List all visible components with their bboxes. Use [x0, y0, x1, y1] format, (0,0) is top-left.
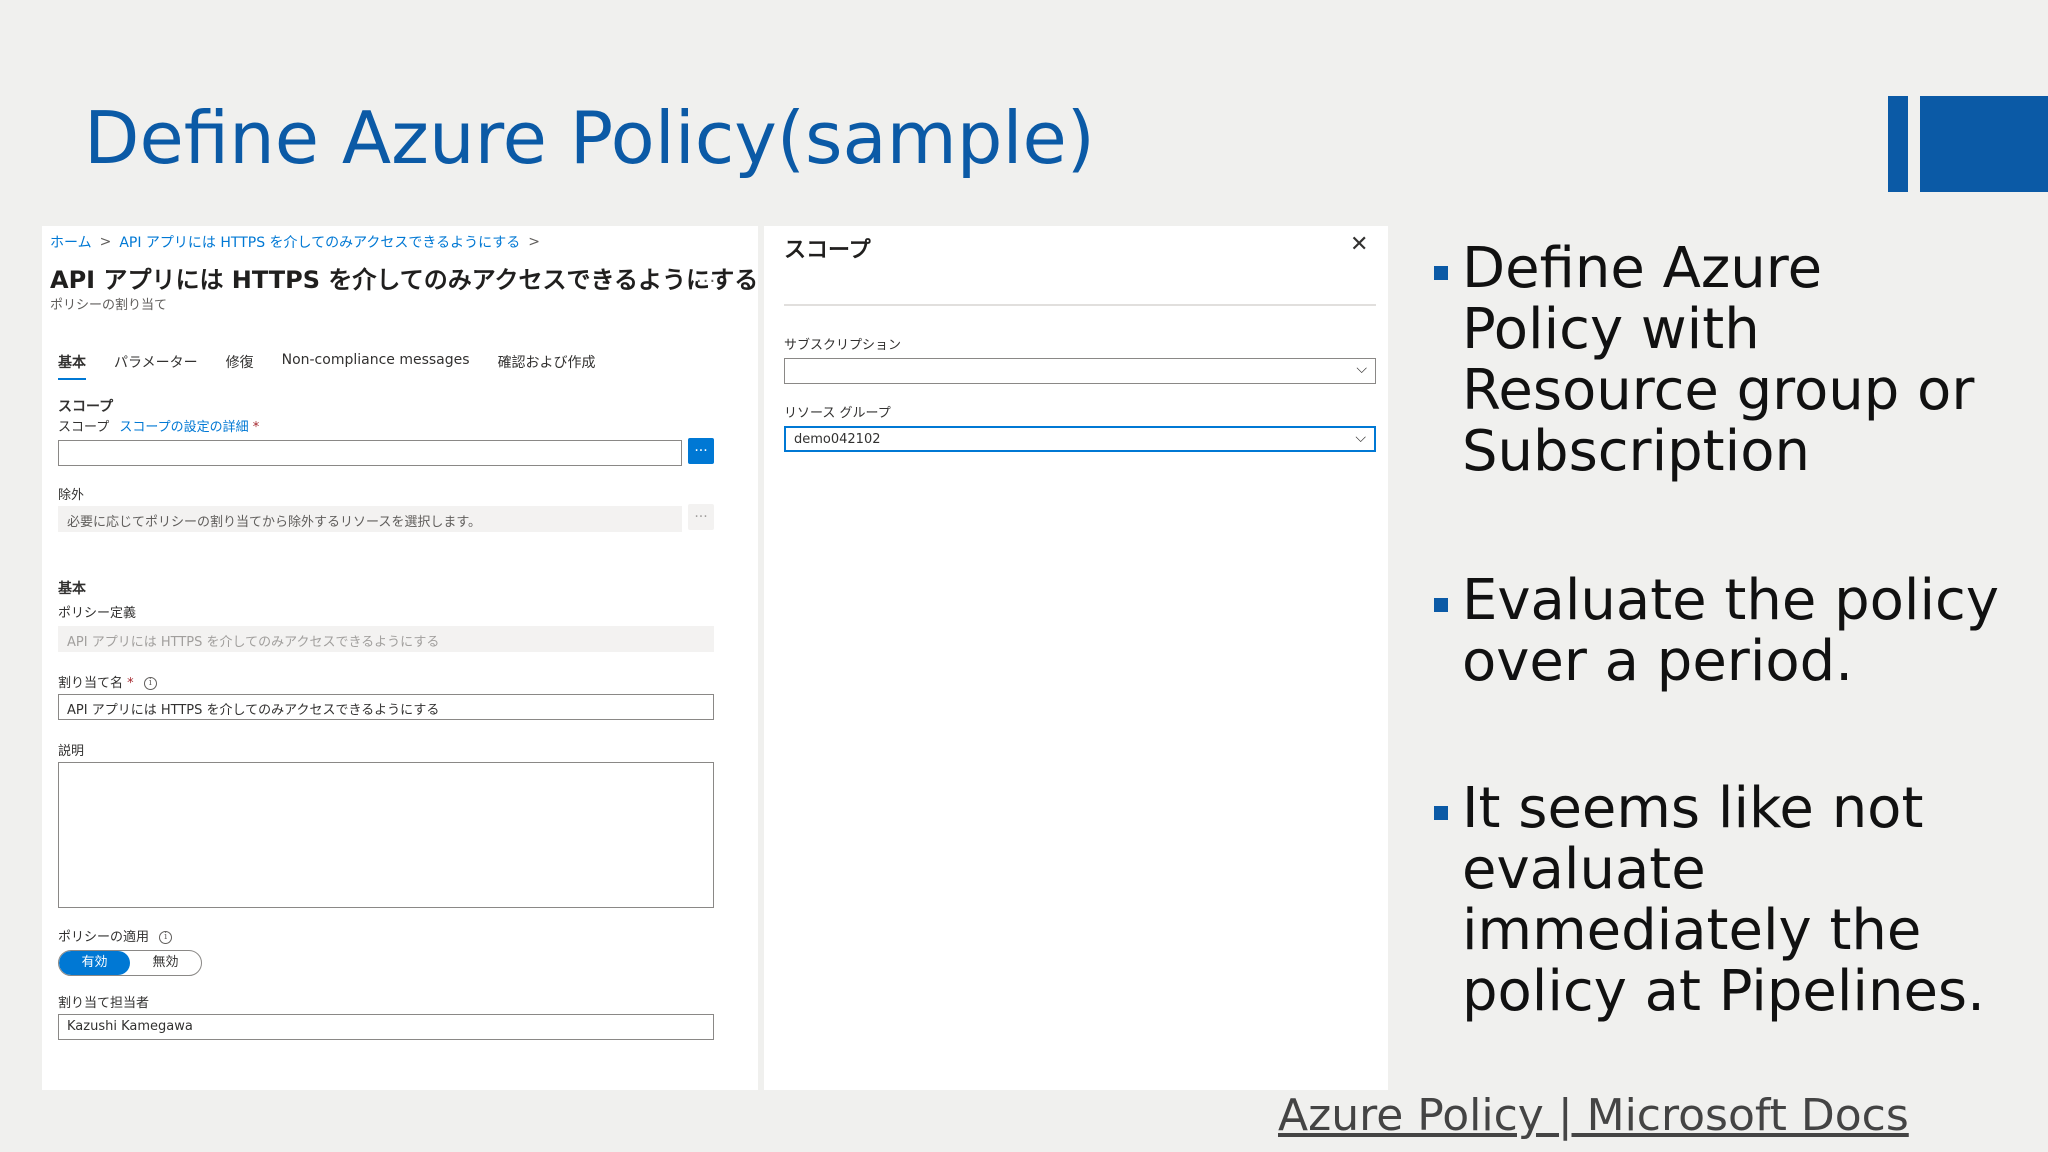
description-label: 説明 — [58, 744, 85, 759]
breadcrumb: ホーム > API アプリには HTTPS を介してのみアクセスできるようにする… — [50, 232, 540, 252]
policy-enforcement-label-text: ポリシーの適用 — [58, 930, 150, 945]
bullet-1-line: Subscription — [1462, 419, 1810, 484]
policy-enforcement-toggle: 有効 無効 — [58, 950, 202, 976]
enforcement-disabled-option[interactable]: 無効 — [130, 951, 201, 975]
exclusions-label: 除外 — [58, 488, 85, 503]
resource-group-value: demo042102 — [794, 432, 881, 447]
scope-pane: スコープ ✕ サブスクリプション ⌵ リソース グループ demo042102 … — [764, 226, 1388, 1090]
bullet-3: It seems like not evaluate immediately t… — [1434, 778, 1985, 1022]
tab-review-create[interactable]: 確認および作成 — [498, 352, 596, 380]
tab-basics[interactable]: 基本 — [58, 352, 86, 380]
assignment-name-input[interactable]: API アプリには HTTPS を介してのみアクセスできるようにする — [58, 694, 714, 720]
bullet-3-line: evaluate — [1462, 837, 1706, 902]
bullet-1-line: Define Azure — [1462, 236, 1823, 301]
bullet-square — [1434, 266, 1448, 280]
blade-title: API アプリには HTTPS を介してのみアクセスできるようにする — [50, 266, 759, 294]
scope-label-text: スコープ — [58, 420, 110, 435]
bullet-2-line: over a period. — [1462, 629, 1853, 694]
resource-group-dropdown[interactable]: demo042102 ⌵ — [784, 426, 1376, 452]
basics-section-heading: 基本 — [58, 581, 86, 597]
more-options-button[interactable]: ... — [696, 266, 716, 287]
bullet-square — [1434, 806, 1448, 820]
bullet-3-line: immediately the — [1462, 898, 1922, 963]
bullet-2-line: Evaluate the policy — [1462, 568, 1999, 633]
policy-assignment-blade: ホーム > API アプリには HTTPS を介してのみアクセスできるようにする… — [42, 226, 758, 1090]
assignment-name-label-text: 割り当て名 — [58, 676, 124, 691]
tab-bar: 基本 パラメーター 修復 Non-compliance messages 確認お… — [58, 352, 596, 380]
scope-section-heading: スコープ — [58, 399, 114, 415]
breadcrumb-home[interactable]: ホーム — [50, 232, 92, 252]
tab-non-compliance-messages[interactable]: Non-compliance messages — [282, 352, 470, 380]
scope-learn-more-link[interactable]: スコープの設定の詳細 — [119, 420, 248, 435]
assigned-by-label: 割り当て担当者 — [58, 996, 150, 1011]
policy-enforcement-label: ポリシーの適用 i — [58, 926, 173, 945]
scope-field-label: スコープ スコープの設定の詳細 * — [58, 416, 259, 435]
bullet-3-line: policy at Pipelines. — [1462, 959, 1985, 1024]
decor-bar-thick — [1920, 96, 2048, 192]
chevron-right-icon: > — [528, 234, 541, 250]
scope-pane-title: スコープ — [784, 238, 871, 263]
assigned-by-input[interactable]: Kazushi Kamegawa — [58, 1014, 714, 1040]
bullet-2: Evaluate the policy over a period. — [1434, 570, 1999, 692]
bullet-1-line: Policy with — [1462, 297, 1760, 362]
slide-title: Define Azure Policy(sample) — [84, 96, 1095, 180]
exclusions-browse-button[interactable]: ... — [688, 504, 714, 530]
policy-definition-label: ポリシー定義 — [58, 606, 137, 621]
close-icon[interactable]: ✕ — [1350, 232, 1368, 257]
resource-group-label: リソース グループ — [784, 406, 891, 421]
chevron-down-icon: ⌵ — [1355, 430, 1366, 446]
enforcement-enabled-option[interactable]: 有効 — [59, 951, 130, 975]
info-icon[interactable]: i — [159, 931, 173, 944]
bullet-1: Define Azure Policy with Resource group … — [1434, 238, 1974, 482]
assignment-name-label: 割り当て名 * i — [58, 672, 157, 691]
scope-browse-button[interactable]: ... — [688, 438, 714, 464]
bullet-3-line: It seems like not — [1462, 776, 1924, 841]
divider — [784, 304, 1376, 306]
description-textarea[interactable] — [58, 762, 714, 908]
tab-remediation[interactable]: 修復 — [226, 352, 254, 380]
info-icon[interactable]: i — [143, 677, 157, 690]
subscription-dropdown[interactable]: ⌵ — [784, 358, 1376, 384]
bullet-square — [1434, 598, 1448, 612]
required-marker: * — [252, 420, 260, 435]
decor-bar-thin — [1888, 96, 1908, 192]
bullet-1-line: Resource group or — [1462, 358, 1975, 423]
tab-parameters[interactable]: パラメーター — [114, 352, 198, 380]
chevron-right-icon: > — [99, 234, 112, 250]
policy-definition-input: API アプリには HTTPS を介してのみアクセスできるようにする — [58, 626, 714, 652]
scope-input[interactable] — [58, 440, 682, 466]
blade-subtitle: ポリシーの割り当て — [50, 298, 168, 313]
breadcrumb-policy[interactable]: API アプリには HTTPS を介してのみアクセスできるようにする — [119, 232, 520, 252]
footer-docs-link[interactable]: Azure Policy | Microsoft Docs — [1278, 1090, 1909, 1141]
required-marker: * — [127, 676, 134, 691]
exclusions-input[interactable]: 必要に応じてポリシーの割り当てから除外するリソースを選択します。 — [58, 506, 682, 532]
subscription-label: サブスクリプション — [784, 338, 902, 353]
chevron-down-icon: ⌵ — [1356, 361, 1367, 377]
